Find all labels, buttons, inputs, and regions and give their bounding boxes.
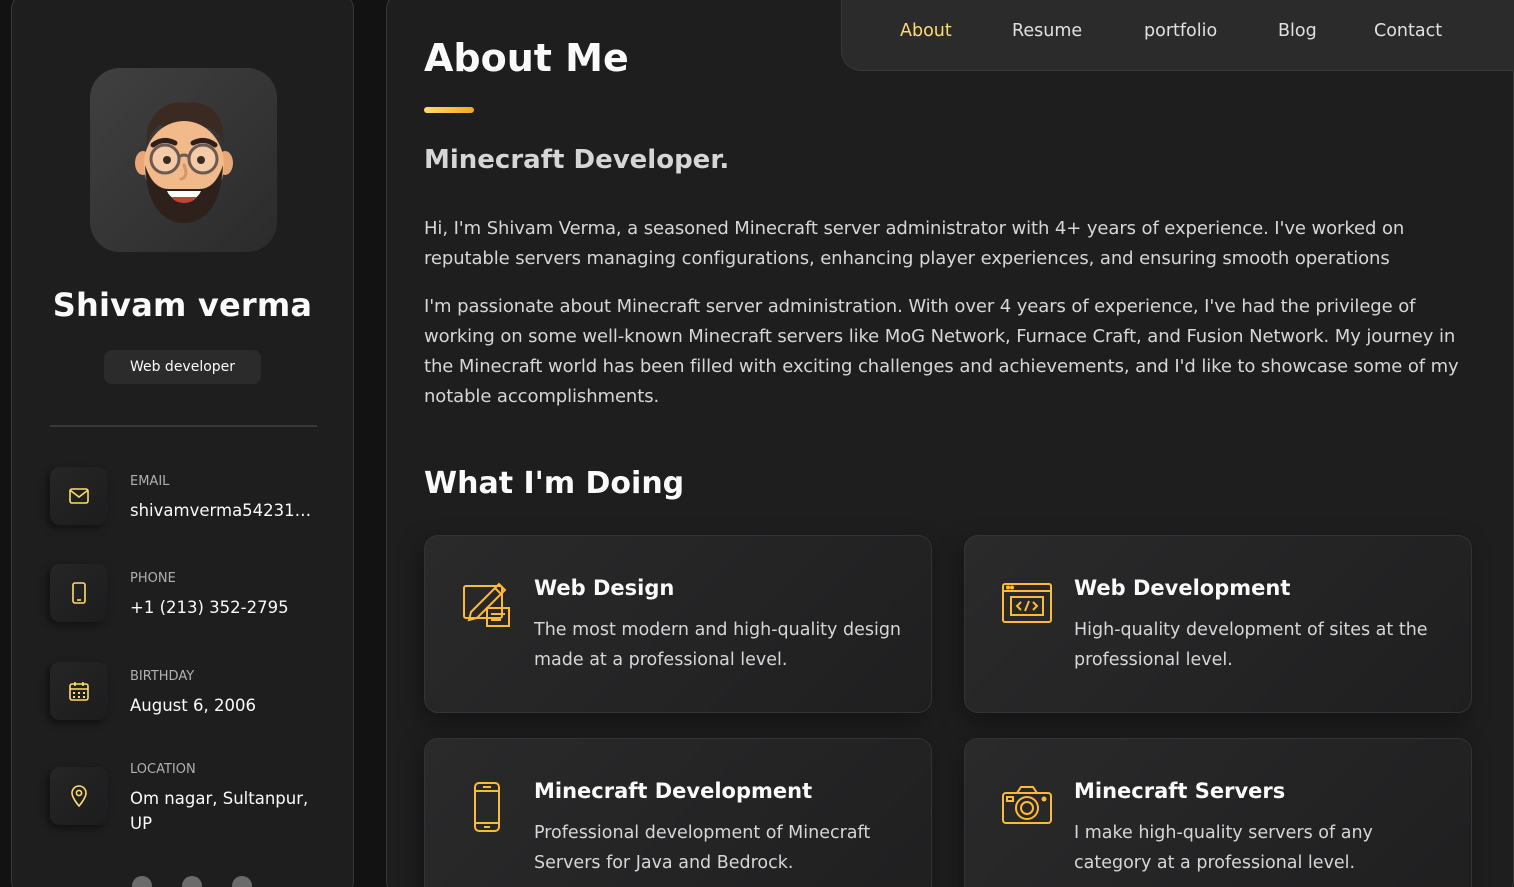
mobile-icon — [461, 781, 513, 833]
nav-item-blog[interactable]: Blog — [1278, 21, 1317, 41]
profile-title-badge: Web developer — [104, 350, 261, 384]
nav-item-portfolio[interactable]: portfolio — [1144, 21, 1217, 41]
contact-label: LOCATION — [130, 762, 196, 777]
phone-icon — [50, 564, 108, 622]
avatar — [90, 68, 277, 252]
social-icon[interactable] — [232, 876, 252, 887]
service-card-minecraft-development: Minecraft Development Professional devel… — [424, 738, 932, 887]
service-text: I make high-quality servers of any categ… — [1074, 823, 1373, 873]
contact-label: PHONE — [130, 571, 176, 586]
service-title: Web Design — [534, 576, 675, 600]
about-paragraph: I'm passionate about Minecraft server ad… — [424, 296, 1459, 407]
design-icon — [461, 578, 513, 630]
nav-item-contact[interactable]: Contact — [1374, 21, 1442, 41]
service-text: The most modern and high-quality design … — [534, 620, 902, 670]
service-card-web-design: Web Design The most modern and high-qual… — [424, 535, 932, 713]
services-title: What I'm Doing — [424, 466, 685, 501]
mail-icon — [50, 467, 108, 525]
service-card-minecraft-servers: Minecraft Servers I make high-quality se… — [964, 738, 1472, 887]
service-title: Minecraft Servers — [1074, 779, 1286, 803]
location-value: Om nagar, Sultanpur, UP — [130, 789, 309, 833]
title-underline — [424, 107, 474, 113]
service-text: Professional development of Minecraft Se… — [534, 823, 871, 873]
contact-label: BIRTHDAY — [130, 669, 195, 684]
calendar-icon — [50, 662, 108, 720]
social-icon[interactable] — [132, 876, 152, 887]
phone-link[interactable]: +1 (213) 352-2795 — [130, 595, 330, 620]
contact-label: EMAIL — [130, 474, 170, 489]
location-pin-icon — [50, 767, 108, 825]
code-icon — [1001, 578, 1053, 630]
navbar: About Resume portfolio Blog Contact — [841, 0, 1514, 71]
email-link[interactable]: shivamverma54231… — [130, 498, 330, 523]
social-links — [132, 876, 252, 887]
nav-item-resume[interactable]: Resume — [1012, 21, 1082, 41]
service-text: High-quality development of sites at the… — [1074, 620, 1428, 670]
about-paragraph: Hi, I'm Shivam Verma, a seasoned Minecra… — [424, 218, 1405, 269]
about-subtitle: Minecraft Developer. — [424, 145, 730, 175]
profile-name: Shivam verma — [52, 286, 313, 324]
sidebar: Shivam verma Web developer EMAIL shivamv… — [11, 0, 354, 887]
sidebar-separator — [50, 425, 317, 427]
social-icon[interactable] — [182, 876, 202, 887]
camera-icon — [1001, 781, 1053, 833]
birthday-value: August 6, 2006 — [130, 696, 256, 715]
service-title: Minecraft Development — [534, 779, 813, 803]
avatar-memoji-icon — [134, 101, 233, 223]
service-card-web-development: Web Development High-quality development… — [964, 535, 1472, 713]
service-title: Web Development — [1074, 576, 1291, 600]
page-title: About Me — [424, 36, 629, 80]
nav-item-about[interactable]: About — [900, 21, 952, 41]
